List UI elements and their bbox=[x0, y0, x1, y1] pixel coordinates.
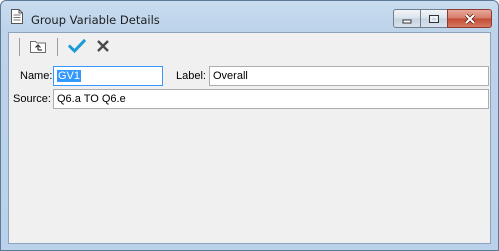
name-field-value: GV1 bbox=[57, 70, 82, 82]
close-button[interactable] bbox=[447, 9, 492, 28]
window-title: Group Variable Details bbox=[31, 13, 160, 27]
source-field[interactable]: Q6.a TO Q6.e bbox=[53, 89, 489, 109]
toolbar-separator bbox=[57, 38, 58, 56]
maximize-icon bbox=[421, 10, 447, 27]
label-field[interactable]: Overall bbox=[209, 66, 489, 86]
x-cross-icon bbox=[96, 39, 110, 56]
name-field[interactable]: GV1 bbox=[53, 66, 163, 86]
name-label: Name: bbox=[20, 70, 53, 82]
source-label: Source: bbox=[13, 93, 51, 105]
label-field-value: Overall bbox=[213, 70, 248, 82]
parent-folder-button[interactable] bbox=[27, 36, 49, 58]
close-icon bbox=[448, 10, 491, 27]
toolbar bbox=[9, 33, 490, 61]
maximize-button[interactable] bbox=[420, 9, 448, 28]
source-field-value: Q6.a TO Q6.e bbox=[57, 93, 126, 105]
title-bar[interactable]: Group Variable Details bbox=[1, 1, 498, 31]
label-label: Label: bbox=[176, 70, 206, 82]
dialog-client-area: Name: GV1 Label: Overall Source: Q6.a TO… bbox=[8, 32, 491, 244]
minimize-button[interactable] bbox=[393, 9, 421, 28]
checkmark-icon bbox=[67, 38, 87, 57]
window-frame: Group Variable Details Name: GV1 Label: … bbox=[0, 0, 499, 251]
cancel-button[interactable] bbox=[92, 36, 114, 58]
caption-buttons bbox=[393, 9, 492, 28]
document-icon bbox=[11, 9, 23, 24]
toolbar-separator bbox=[19, 38, 20, 56]
parent-folder-icon bbox=[29, 38, 47, 57]
minimize-icon bbox=[394, 10, 420, 27]
ok-button[interactable] bbox=[66, 36, 88, 58]
